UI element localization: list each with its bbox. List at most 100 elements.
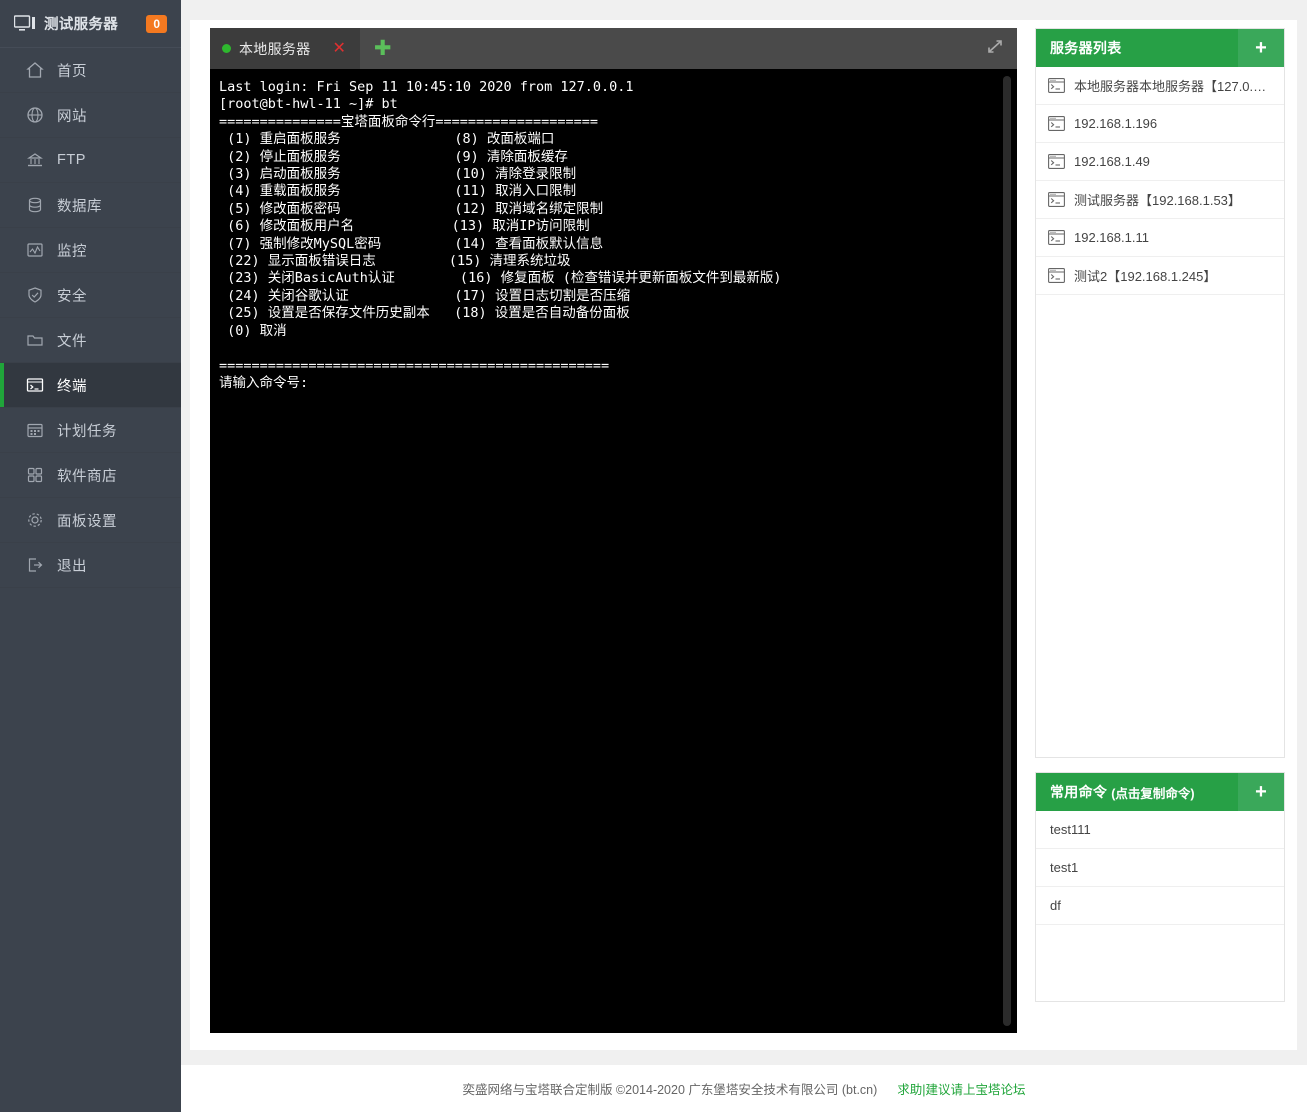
server-list-item-label: 测试2【192.168.1.245】 [1074, 266, 1216, 285]
common-command-item[interactable]: test111 [1036, 811, 1284, 849]
terminal-icon [1048, 154, 1065, 169]
common-command-item[interactable]: df [1036, 887, 1284, 925]
footer-copyright: 奕盛网络与宝塔联合定制版 ©2014-2020 广东堡塔安全技术有限公司 (bt… [462, 1079, 877, 1098]
sidebar-item-security[interactable]: 安全 [0, 273, 181, 318]
sidebar-item-website[interactable]: 网站 [0, 93, 181, 138]
sidebar-item-label: 终端 [57, 375, 87, 396]
server-list-item-label: 192.168.1.49 [1074, 154, 1150, 169]
terminal-section: 本地服务器 ✕ ✚ Last login: [210, 28, 1017, 1033]
server-list-item[interactable]: 192.168.1.11 [1036, 219, 1284, 257]
server-list-item-label: 192.168.1.11 [1074, 230, 1149, 245]
sidebar-item-cron[interactable]: 计划任务 [0, 408, 181, 453]
terminal-line: (22) 显示面板错误日志 (15) 清理系统垃圾 [219, 253, 1017, 270]
content-panel: 本地服务器 ✕ ✚ Last login: [190, 20, 1297, 1050]
status-dot-icon [222, 44, 231, 53]
sidebar-header: 测试服务器 0 [0, 0, 181, 48]
sidebar-item-label: 首页 [57, 60, 87, 81]
server-list-item[interactable]: 192.168.1.49 [1036, 143, 1284, 181]
sidebar-item-label: 退出 [57, 555, 87, 576]
sidebar-item-files[interactable]: 文件 [0, 318, 181, 363]
plus-icon: ✚ [374, 38, 392, 59]
server-list-card: 服务器列表 + 本地服务器本地服务器【127.0.0.... 192.168.1.… [1035, 28, 1285, 758]
sidebar-item-label: FTP [57, 152, 86, 168]
common-command-subtitle: (点击复制命令) [1111, 783, 1194, 802]
sidebar-item-label: 网站 [57, 105, 87, 126]
add-server-button[interactable]: + [1238, 29, 1284, 67]
terminal-icon [1048, 192, 1065, 207]
sidebar-item-label: 文件 [57, 330, 87, 351]
terminal-scrollbar[interactable] [1003, 76, 1011, 1026]
terminal-lines: Last login: Fri Sep 11 10:45:10 2020 fro… [219, 79, 1017, 392]
sidebar-item-settings[interactable]: 面板设置 [0, 498, 181, 543]
server-list: 本地服务器本地服务器【127.0.0.... 192.168.1.196 192.1… [1036, 67, 1284, 757]
server-list-item[interactable]: 测试服务器【192.168.1.53】 [1036, 181, 1284, 219]
server-list-item-label: 本地服务器本地服务器【127.0.0.... [1074, 76, 1272, 95]
common-command-list: test111test1df [1036, 811, 1284, 1001]
app-root: 测试服务器 0 首页 网站 FTP [0, 0, 1307, 1112]
terminal-tab-label: 本地服务器 [239, 39, 311, 59]
calendar-icon [26, 421, 44, 439]
terminal-line: ===============宝塔面板命令行==================… [219, 114, 1017, 131]
terminal-tab-bar: 本地服务器 ✕ ✚ [210, 28, 1017, 69]
server-list-header: 服务器列表 + [1036, 29, 1284, 67]
terminal-line: (7) 强制修改MySQL密码 (14) 查看面板默认信息 [219, 236, 1017, 253]
sidebar-title: 测试服务器 [44, 13, 118, 34]
sidebar-item-appstore[interactable]: 软件商店 [0, 453, 181, 498]
terminal-icon [1048, 78, 1065, 93]
logout-icon [26, 556, 44, 574]
sidebar-item-label: 安全 [57, 285, 87, 306]
add-command-button[interactable]: + [1238, 773, 1284, 811]
footer-forum-link[interactable]: 求助|建议请上宝塔论坛 [897, 1079, 1025, 1098]
server-list-item[interactable]: 192.168.1.196 [1036, 105, 1284, 143]
right-column: 服务器列表 + 本地服务器本地服务器【127.0.0.... 192.168.1.… [1035, 28, 1285, 1002]
sidebar-item-database[interactable]: 数据库 [0, 183, 181, 228]
terminal-line: (23) 关闭BasicAuth认证 (16) 修复面板 (检查错误并更新面板文… [219, 270, 1017, 287]
monitor-chart-icon [26, 241, 44, 259]
terminal-line: (2) 停止面板服务 (9) 清除面板缓存 [219, 149, 1017, 166]
terminal-line: [root@bt-hwl-11 ~]# bt [219, 96, 1017, 113]
server-list-item[interactable]: 本地服务器本地服务器【127.0.0.... [1036, 67, 1284, 105]
shield-check-icon [26, 286, 44, 304]
terminal-line: (3) 启动面板服务 (10) 清除登录限制 [219, 166, 1017, 183]
terminal-line: (6) 修改面板用户名 (13) 取消IP访问限制 [219, 218, 1017, 235]
sidebar-nav: 首页 网站 FTP 数据库 [0, 48, 181, 588]
sidebar-item-logout[interactable]: 退出 [0, 543, 181, 588]
sidebar-item-ftp[interactable]: FTP [0, 138, 181, 183]
common-command-item[interactable]: test1 [1036, 849, 1284, 887]
sidebar-item-terminal[interactable]: 终端 [0, 363, 181, 408]
terminal-tab-local-server[interactable]: 本地服务器 ✕ [210, 28, 360, 69]
sidebar: 测试服务器 0 首页 网站 FTP [0, 0, 181, 1112]
close-icon[interactable]: ✕ [333, 41, 346, 57]
server-list-item-label: 测试服务器【192.168.1.53】 [1074, 190, 1241, 209]
terminal-icon [1048, 268, 1065, 283]
terminal-line: 请输入命令号: [219, 375, 1017, 392]
notification-badge[interactable]: 0 [146, 15, 167, 33]
server-list-title: 服务器列表 [1050, 38, 1122, 58]
server-list-item[interactable]: 测试2【192.168.1.245】 [1036, 257, 1284, 295]
expand-arrows-icon[interactable] [987, 38, 1003, 59]
sidebar-item-label: 软件商店 [57, 465, 117, 486]
ftp-icon [26, 151, 44, 169]
sidebar-item-home[interactable]: 首页 [0, 48, 181, 93]
monitor-icon [14, 15, 36, 33]
main-content: 本地服务器 ✕ ✚ Last login: [181, 0, 1307, 1112]
common-command-card: 常用命令 (点击复制命令) + test111test1df [1035, 772, 1285, 1002]
sidebar-item-monitor[interactable]: 监控 [0, 228, 181, 273]
server-list-item-label: 192.168.1.196 [1074, 116, 1157, 131]
terminal-line: (4) 重载面板服务 (11) 取消入口限制 [219, 183, 1017, 200]
terminal-line: (24) 关闭谷歌认证 (17) 设置日志切割是否压缩 [219, 288, 1017, 305]
terminal-icon [26, 376, 44, 394]
sidebar-item-label: 监控 [57, 240, 87, 261]
sidebar-item-label: 面板设置 [57, 510, 117, 531]
database-icon [26, 196, 44, 214]
terminal-line [219, 340, 1017, 357]
terminal-icon [1048, 116, 1065, 131]
terminal-output-area[interactable]: Last login: Fri Sep 11 10:45:10 2020 fro… [210, 69, 1017, 1033]
terminal-line: Last login: Fri Sep 11 10:45:10 2020 fro… [219, 79, 1017, 96]
terminal-line: (1) 重启面板服务 (8) 改面板端口 [219, 131, 1017, 148]
terminal-line: (5) 修改面板密码 (12) 取消域名绑定限制 [219, 201, 1017, 218]
terminal-line: ========================================… [219, 358, 1017, 375]
terminal-icon [1048, 230, 1065, 245]
sidebar-item-label: 计划任务 [57, 420, 117, 441]
add-terminal-tab-button[interactable]: ✚ [360, 28, 406, 69]
